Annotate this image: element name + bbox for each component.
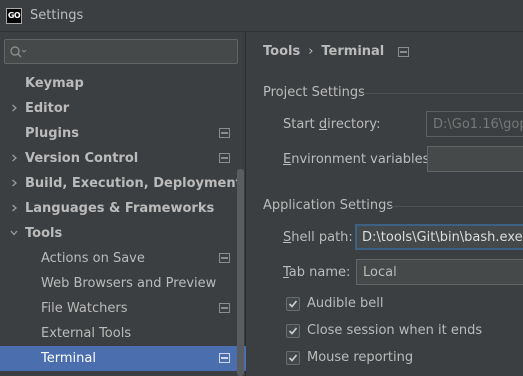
title-bar: GO Settings xyxy=(0,0,523,32)
sidebar-item-file-watchers[interactable]: File Watchers xyxy=(0,296,246,321)
tab-name-field[interactable]: Local xyxy=(356,259,523,285)
start-directory-label: Start directory: xyxy=(283,117,381,132)
checkmark-icon xyxy=(288,326,298,335)
section-divider xyxy=(387,206,523,207)
search-icon xyxy=(10,45,27,57)
sidebar-item-label: External Tools xyxy=(41,326,132,341)
section-divider xyxy=(359,93,523,94)
terminal-settings-panel: Tools › Terminal Project Settings Start … xyxy=(247,32,523,376)
environment-variables-field[interactable] xyxy=(427,146,523,172)
environment-variables-label: Environment variables: xyxy=(283,152,434,167)
checkmark-icon xyxy=(288,299,298,308)
sidebar-item-label: Plugins xyxy=(25,126,79,141)
project-scope-icon xyxy=(398,46,410,57)
start-directory-field[interactable]: D:\Go1.16\gopath xyxy=(426,111,523,137)
goland-app-icon: GO xyxy=(6,7,22,24)
mouse-reporting-label: Mouse reporting xyxy=(307,350,414,365)
close-session-label: Close session when it ends xyxy=(307,323,483,338)
audible-bell-checkbox-row[interactable]: Audible bell xyxy=(286,296,383,311)
project-scope-icon xyxy=(219,303,230,313)
chevron-right-icon[interactable] xyxy=(10,154,18,162)
checkmark-icon xyxy=(288,353,298,362)
sidebar-item-actions-on-save[interactable]: Actions on Save xyxy=(0,246,246,271)
mouse-reporting-checkbox-row[interactable]: Mouse reporting xyxy=(286,350,413,365)
project-scope-icon xyxy=(219,128,230,138)
settings-search-box[interactable] xyxy=(4,39,238,64)
sidebar-item-label: Keymap xyxy=(25,76,84,91)
sidebar-item-label: Web Browsers and Preview xyxy=(41,276,217,291)
sidebar-item-label: Build, Execution, Deployment xyxy=(25,176,242,191)
sidebar-item-label: Terminal xyxy=(41,351,96,366)
shell-path-field[interactable]: D:\tools\Git\bin\bash.exe xyxy=(355,224,523,250)
chevron-right-icon[interactable] xyxy=(10,179,18,187)
application-settings-title: Application Settings xyxy=(263,198,394,213)
audible-bell-label: Audible bell xyxy=(307,296,384,311)
breadcrumb-parent[interactable]: Tools xyxy=(263,44,300,59)
audible-bell-checkbox[interactable] xyxy=(286,296,300,311)
sidebar-item-label: File Watchers xyxy=(41,301,128,316)
search-input[interactable] xyxy=(31,44,237,59)
breadcrumb: Tools › Terminal xyxy=(263,44,410,59)
sidebar-scrollbar[interactable] xyxy=(237,169,244,376)
sidebar-item-tools[interactable]: Tools xyxy=(0,221,246,246)
sidebar-item-editor[interactable]: Editor xyxy=(0,96,246,121)
sidebar-item-external-tools[interactable]: External Tools xyxy=(0,321,246,346)
tab-name-label: Tab name: xyxy=(283,265,351,280)
sidebar-item-version-control[interactable]: Version Control xyxy=(0,146,246,171)
sidebar-item-label: Languages & Frameworks xyxy=(25,201,215,216)
sidebar-item-keymap[interactable]: Keymap xyxy=(0,71,246,96)
chevron-down-icon[interactable] xyxy=(10,229,18,237)
settings-sidebar: Keymap Editor Plugins Version Control Build,… xyxy=(0,32,246,376)
project-settings-title: Project Settings xyxy=(263,85,365,100)
sidebar-item-terminal[interactable]: Terminal xyxy=(0,346,246,371)
project-scope-icon xyxy=(219,153,230,163)
sidebar-item-label: Tools xyxy=(25,226,63,241)
project-scope-icon xyxy=(219,253,230,263)
chevron-right-icon[interactable] xyxy=(10,104,18,112)
breadcrumb-current: Terminal xyxy=(321,44,385,59)
shell-path-label: Shell path: xyxy=(283,230,353,245)
sidebar-item-web-browsers-and-preview[interactable]: Web Browsers and Preview xyxy=(0,271,246,296)
project-scope-icon xyxy=(219,353,230,363)
sidebar-item-label: Editor xyxy=(25,101,70,116)
close-session-checkbox[interactable] xyxy=(286,323,300,338)
sidebar-item-label: Actions on Save xyxy=(41,251,145,266)
window-title: Settings xyxy=(30,8,84,23)
sidebar-item-label: Version Control xyxy=(25,151,139,166)
sidebar-item-languages-frameworks[interactable]: Languages & Frameworks xyxy=(0,196,246,221)
chevron-right-icon[interactable] xyxy=(10,204,18,212)
mouse-reporting-checkbox[interactable] xyxy=(286,350,300,365)
sidebar-item-build-execution-deployment[interactable]: Build, Execution, Deployment xyxy=(0,171,246,196)
sidebar-item-plugins[interactable]: Plugins xyxy=(0,121,246,146)
close-session-checkbox-row[interactable]: Close session when it ends xyxy=(286,323,482,338)
settings-tree: Keymap Editor Plugins Version Control Build,… xyxy=(0,71,246,371)
breadcrumb-separator: › xyxy=(308,44,314,59)
